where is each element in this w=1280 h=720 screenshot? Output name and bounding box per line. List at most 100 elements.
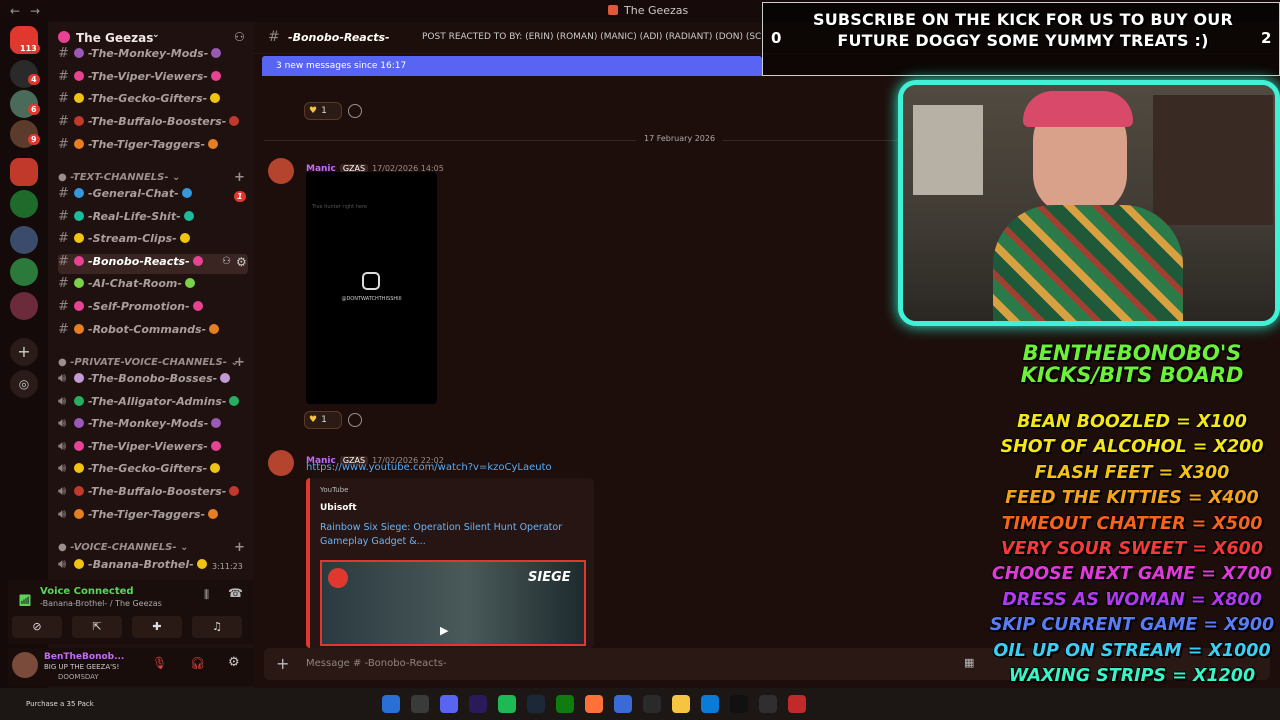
soundboard-button[interactable]: ♫ bbox=[192, 616, 242, 638]
channel-emoji-icon bbox=[74, 93, 84, 104]
channel-the-buffalo-boosters[interactable]: 🔊︎ -The-Buffalo-Boosters- bbox=[58, 484, 248, 504]
misc-icon[interactable] bbox=[788, 695, 806, 713]
taskbar-widget[interactable]: Purchase a 35 Pack bbox=[26, 700, 94, 708]
channel-the-tiger-taggers[interactable]: # -The-Tiger-Taggers- bbox=[58, 137, 248, 157]
disconnect-icon[interactable]: ☎ bbox=[228, 586, 243, 600]
hash-icon: # bbox=[58, 114, 69, 130]
category-icon: ● bbox=[58, 172, 67, 183]
add-reaction-icon[interactable] bbox=[348, 104, 362, 118]
channel-ai-chat-room[interactable]: # -AI-Chat-Room- bbox=[58, 276, 248, 296]
embed-title[interactable]: Rainbow Six Siege: Operation Silent Hunt… bbox=[320, 521, 570, 549]
search-icon[interactable] bbox=[411, 695, 429, 713]
category-icon: ● bbox=[58, 357, 67, 368]
channel-the-gecko-gifters[interactable]: 🔊︎ -The-Gecko-Gifters- bbox=[58, 461, 248, 481]
webcam-feed bbox=[898, 80, 1280, 326]
channel-emoji-icon bbox=[192, 301, 203, 311]
screen-share-button[interactable]: ⇱ bbox=[72, 616, 122, 638]
channel-label: -The-Gecko-Gifters- bbox=[88, 462, 208, 476]
spotify-icon[interactable] bbox=[498, 695, 516, 713]
add-server-icon[interactable]: + bbox=[10, 338, 38, 366]
xbox-icon[interactable] bbox=[556, 695, 574, 713]
server-icon[interactable] bbox=[10, 226, 38, 254]
channel-the-gecko-gifters[interactable]: # -The-Gecko-Gifters- bbox=[58, 91, 248, 111]
channel-self-promotion[interactable]: # -Self-Promotion- bbox=[58, 299, 248, 319]
channel-the-monkey-mods[interactable]: 🔊︎ -The-Monkey-Mods- bbox=[58, 416, 248, 436]
server-icon[interactable] bbox=[10, 258, 38, 286]
channel-bonobo-reacts[interactable]: # -Bonobo-Reacts- ⚇ ⚙ bbox=[58, 253, 248, 274]
embed-author[interactable]: Ubisoft bbox=[320, 503, 357, 513]
discord-icon[interactable] bbox=[440, 695, 458, 713]
add-channel-icon[interactable]: + bbox=[234, 355, 245, 370]
channel-the-bonobo-bosses[interactable]: 🔊︎ -The-Bonobo-Bosses- bbox=[58, 371, 248, 391]
channel-settings-icon[interactable]: ⚙ bbox=[236, 255, 247, 269]
channel-stream-clips[interactable]: # -Stream-Clips- bbox=[58, 231, 248, 251]
deafen-icon[interactable]: 🎧︎ bbox=[190, 656, 205, 670]
edge-icon[interactable] bbox=[701, 695, 719, 713]
epic-icon[interactable] bbox=[643, 695, 661, 713]
channel-the-buffalo-boosters[interactable]: # -The-Buffalo-Boosters- bbox=[58, 114, 248, 134]
server-icon[interactable] bbox=[10, 158, 38, 186]
board-item: TIMEOUT CHATTER = X500 bbox=[1001, 513, 1263, 534]
youtube-link[interactable]: https://www.youtube.com/watch?v=kzoCyLae… bbox=[306, 462, 552, 473]
channel-the-tiger-taggers[interactable]: 🔊︎ -The-Tiger-Taggers- bbox=[58, 507, 248, 527]
voice-status: Voice Connected bbox=[40, 586, 134, 597]
channel-topic[interactable]: POST REACTED TO BY: (ERIN) (ROMAN) (MANI… bbox=[422, 32, 762, 42]
channel-the-viper-viewers[interactable]: 🔊︎ -The-Viper-Viewers- bbox=[58, 439, 248, 459]
avatar[interactable] bbox=[12, 652, 38, 678]
channel-robot-commands[interactable]: # -Robot-Commands- bbox=[58, 322, 248, 342]
back-arrow-icon[interactable]: ← bbox=[10, 4, 20, 18]
obs-icon[interactable] bbox=[759, 695, 777, 713]
channel-label: -Bonobo-Reacts- bbox=[88, 254, 190, 268]
add-member-icon[interactable]: ⚇ bbox=[234, 30, 245, 44]
mention-badge: 113 bbox=[17, 43, 40, 54]
add-reaction-icon[interactable] bbox=[348, 413, 362, 427]
firefox-icon[interactable] bbox=[585, 695, 603, 713]
settings-gear-icon[interactable]: ⚙ bbox=[228, 655, 240, 670]
vpn-icon[interactable] bbox=[614, 695, 632, 713]
category-icon: ● bbox=[58, 542, 67, 553]
camera-off-button[interactable]: ⊘ bbox=[12, 616, 62, 638]
channel-the-alligator-admins[interactable]: 🔊︎ -The-Alligator-Admins- bbox=[58, 394, 248, 414]
play-icon[interactable]: ▶ bbox=[440, 624, 448, 637]
gift-icon[interactable]: ▦ bbox=[964, 656, 974, 669]
attach-plus-icon[interactable]: + bbox=[276, 654, 289, 673]
channel-emoji-icon bbox=[74, 323, 84, 334]
discover-icon[interactable]: ◎ bbox=[10, 370, 38, 398]
channel-the-viper-viewers[interactable]: # -The-Viper-Viewers- bbox=[58, 69, 248, 89]
capcut-icon[interactable] bbox=[730, 695, 748, 713]
speaker-icon: 🔊︎ bbox=[58, 484, 67, 499]
noise-icon[interactable]: ⫼ bbox=[204, 588, 209, 602]
add-channel-icon[interactable]: + bbox=[234, 170, 245, 185]
windows-icon[interactable] bbox=[382, 695, 400, 713]
activity-button[interactable]: ✚ bbox=[132, 616, 182, 638]
add-channel-icon[interactable]: + bbox=[234, 540, 245, 555]
channel-banana-brothel[interactable]: 🔊︎ -Banana-Brothel- 3:11:23 bbox=[58, 557, 248, 577]
hash-icon: # bbox=[58, 68, 69, 84]
ubisoft-logo-icon bbox=[328, 568, 348, 588]
forward-arrow-icon[interactable]: → bbox=[30, 4, 40, 18]
server-icon[interactable] bbox=[10, 190, 38, 218]
mute-icon[interactable]: 🎙︎ bbox=[152, 656, 167, 670]
heart-reaction[interactable]: ♥ 1 bbox=[304, 411, 342, 429]
folder-icon[interactable] bbox=[672, 695, 690, 713]
channel-label: -Robot-Commands- bbox=[88, 322, 207, 336]
channel-category[interactable]: ● -VOICE-CHANNELS- ⌄ + bbox=[58, 540, 245, 555]
avatar[interactable] bbox=[268, 450, 294, 476]
instagram-embed[interactable]: True hunter right here @DONTWATCHTHISSHI… bbox=[306, 172, 437, 404]
premiere-icon[interactable] bbox=[469, 695, 487, 713]
new-messages-bar[interactable]: 3 new messages since 16:17 bbox=[262, 56, 762, 76]
channel-general-chat[interactable]: # -General-Chat- 1 bbox=[58, 186, 248, 206]
channel-label: -The-Monkey-Mods- bbox=[88, 417, 209, 431]
heart-reaction[interactable]: ♥ 1 bbox=[304, 102, 342, 120]
avatar[interactable] bbox=[268, 158, 294, 184]
channel-real-life-shit[interactable]: # -Real-Life-Shit- bbox=[58, 209, 248, 229]
channel-category[interactable]: ● -TEXT-CHANNELS- ⌄ + bbox=[58, 170, 245, 185]
server-icon[interactable] bbox=[10, 292, 38, 320]
channel-category[interactable]: ● -PRIVATE-VOICE-CHANNELS- ⌄ + bbox=[58, 355, 245, 370]
steam-icon[interactable] bbox=[527, 695, 545, 713]
invite-icon[interactable]: ⚇ bbox=[222, 256, 231, 267]
video-thumbnail[interactable]: SIEGE ▶ bbox=[320, 560, 586, 646]
channel-the-monkey-mods[interactable]: # -The-Monkey-Mods- bbox=[58, 46, 248, 66]
channel-emoji-icon bbox=[74, 463, 84, 474]
siege-logo: SIEGE bbox=[528, 570, 571, 585]
